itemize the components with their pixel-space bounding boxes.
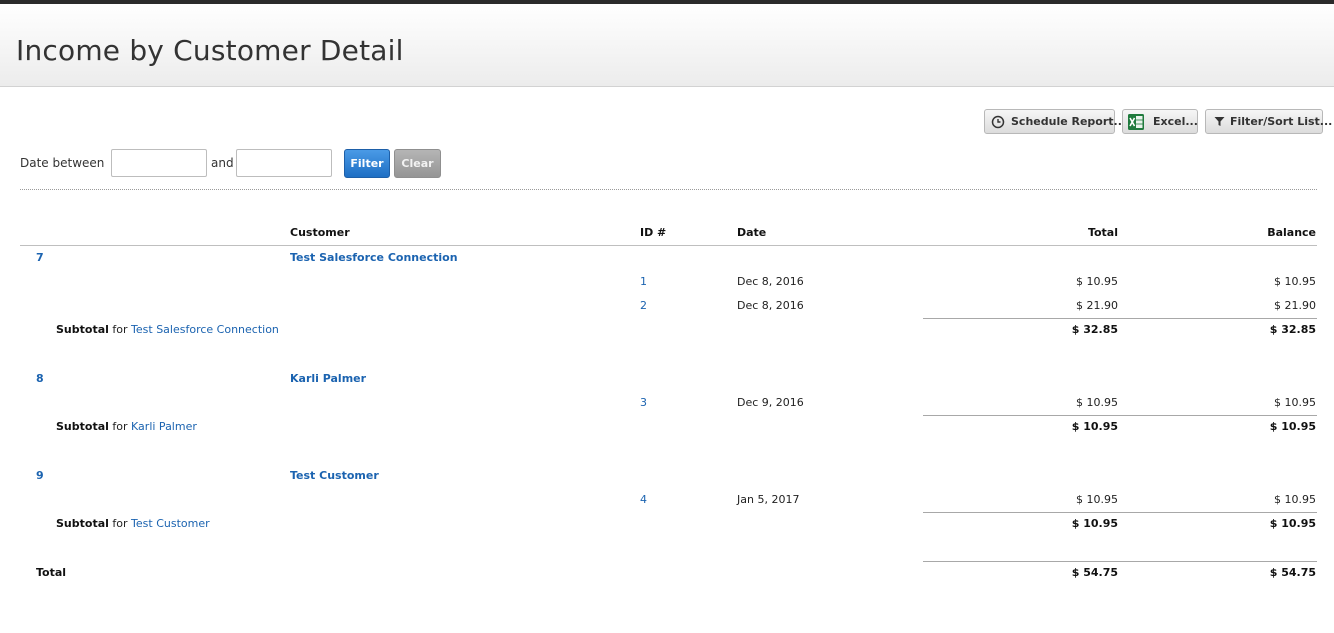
invoice-id-link[interactable]: 3 xyxy=(640,396,647,409)
subtotal-for-label: for xyxy=(112,420,128,433)
group-number-link[interactable]: 8 xyxy=(36,372,44,385)
filter-sort-list-label: Filter/Sort List... xyxy=(1230,115,1333,128)
schedule-report-label: Schedule Report... xyxy=(1011,115,1127,128)
header-date: Date xyxy=(737,226,767,239)
and-label: and xyxy=(211,156,234,170)
customer-link[interactable]: Karli Palmer xyxy=(290,372,366,385)
row-total: $ 10.95 xyxy=(1076,275,1118,288)
subtotal-total: $ 10.95 xyxy=(1071,517,1118,530)
subtotal-for-label: for xyxy=(112,517,128,530)
row-total: $ 21.90 xyxy=(1076,299,1118,312)
header-divider xyxy=(20,245,1317,246)
subtotal-balance: $ 32.85 xyxy=(1269,323,1316,336)
date-from-input[interactable] xyxy=(111,149,207,177)
group-number-link[interactable]: 7 xyxy=(36,251,44,264)
subtotal-customer-link[interactable]: Test Salesforce Connection xyxy=(131,323,279,336)
filter-button[interactable]: Filter xyxy=(344,149,390,178)
header-customer: Customer xyxy=(290,226,350,239)
funnel-icon xyxy=(1214,116,1225,127)
subtotal-label-row: Subtotal for Test Customer xyxy=(56,517,210,530)
subtotal-label: Subtotal xyxy=(56,517,109,530)
excel-label: Excel... xyxy=(1153,115,1198,128)
grand-total-balance: $ 54.75 xyxy=(1269,566,1316,579)
row-balance: $ 10.95 xyxy=(1274,396,1316,409)
subtotal-label: Subtotal xyxy=(56,420,109,433)
subtotal-total: $ 32.85 xyxy=(1071,323,1118,336)
page-title: Income by Customer Detail xyxy=(16,34,404,67)
group-number-link[interactable]: 9 xyxy=(36,469,44,482)
grand-total-label: Total xyxy=(36,566,67,579)
header-total: Total xyxy=(1087,226,1118,239)
customer-link[interactable]: Test Customer xyxy=(290,469,379,482)
row-date: Dec 8, 2016 xyxy=(737,275,804,288)
invoice-id-link[interactable]: 4 xyxy=(640,493,647,506)
schedule-report-button[interactable]: Schedule Report... xyxy=(984,109,1126,134)
row-total: $ 10.95 xyxy=(1076,396,1118,409)
subtotal-balance: $ 10.95 xyxy=(1269,420,1316,433)
subtotal-divider xyxy=(923,318,1317,319)
row-date: Dec 8, 2016 xyxy=(737,299,804,312)
invoice-id-link[interactable]: 2 xyxy=(640,299,647,312)
row-balance: $ 10.95 xyxy=(1274,275,1316,288)
row-date: Jan 5, 2017 xyxy=(737,493,800,506)
subtotal-label-row: Subtotal for Test Salesforce Connection xyxy=(56,323,279,336)
subtotal-divider xyxy=(923,415,1317,416)
subtotal-label: Subtotal xyxy=(56,323,109,336)
clear-button[interactable]: Clear xyxy=(394,149,441,178)
customer-link[interactable]: Test Salesforce Connection xyxy=(290,251,458,264)
grand-total-divider xyxy=(923,561,1317,562)
subtotal-balance: $ 10.95 xyxy=(1269,517,1316,530)
filter-separator xyxy=(20,189,1317,190)
date-to-input[interactable] xyxy=(236,149,332,177)
subtotal-customer-link[interactable]: Karli Palmer xyxy=(131,420,197,433)
grand-total-total: $ 54.75 xyxy=(1071,566,1118,579)
subtotal-customer-link[interactable]: Test Customer xyxy=(131,517,210,530)
invoice-id-link[interactable]: 1 xyxy=(640,275,647,288)
clock-icon xyxy=(991,115,1005,129)
row-balance: $ 21.90 xyxy=(1274,299,1316,312)
page-header: Income by Customer Detail xyxy=(0,4,1334,87)
row-total: $ 10.95 xyxy=(1076,493,1118,506)
row-balance: $ 10.95 xyxy=(1274,493,1316,506)
excel-icon xyxy=(1127,113,1145,131)
subtotal-label-row: Subtotal for Karli Palmer xyxy=(56,420,197,433)
subtotal-for-label: for xyxy=(112,323,128,336)
excel-button[interactable]: Excel... xyxy=(1122,109,1198,134)
subtotal-total: $ 10.95 xyxy=(1071,420,1118,433)
header-id: ID # xyxy=(640,226,667,239)
subtotal-divider xyxy=(923,512,1317,513)
date-between-label: Date between xyxy=(20,156,105,170)
header-balance: Balance xyxy=(1267,226,1316,239)
row-date: Dec 9, 2016 xyxy=(737,396,804,409)
filter-sort-list-button[interactable]: Filter/Sort List... xyxy=(1205,109,1332,134)
